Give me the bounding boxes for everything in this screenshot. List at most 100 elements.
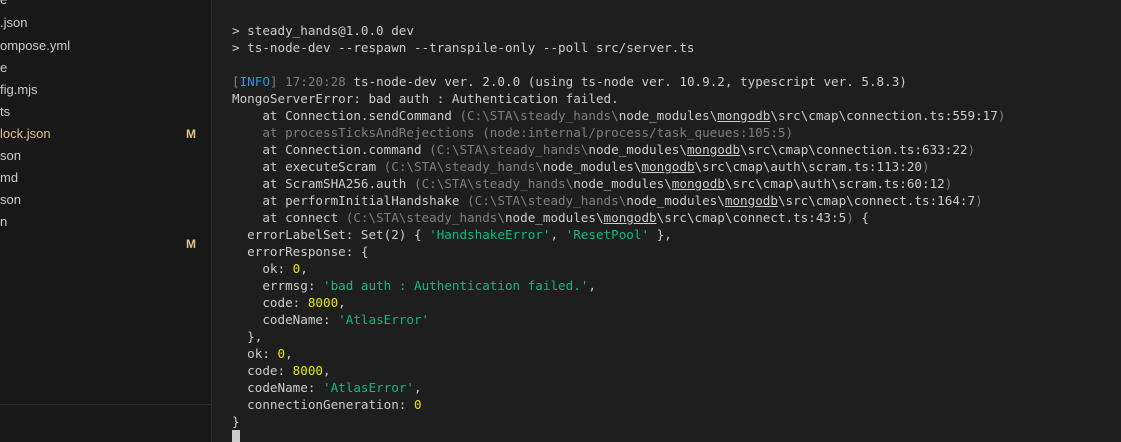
- terminal-line: errorLabelSet: Set(2) { 'HandshakeError'…: [232, 226, 672, 243]
- terminal-text: (C:\STA\steady_hands\: [383, 159, 543, 174]
- terminal-line: > steady_hands@1.0.0 dev: [232, 22, 414, 39]
- terminal-line: connectionGeneration: 0: [232, 396, 422, 413]
- terminal-text: ,: [588, 278, 596, 293]
- file-name: e: [0, 60, 8, 75]
- terminal-text: at Connection.command: [232, 142, 430, 157]
- terminal-text: },: [232, 329, 263, 344]
- terminal-text: \src\cmap\connection.ts:559:17: [770, 108, 998, 123]
- file-name: son: [0, 192, 21, 207]
- file-name: fig.mjs: [0, 82, 38, 97]
- file-name: .json: [0, 15, 28, 30]
- terminal-text: ]: [269, 74, 286, 89]
- terminal-text: node_modules\: [542, 159, 642, 174]
- terminal-line: at processTicksAndRejections (node:inter…: [232, 124, 793, 141]
- terminal-text: ,: [285, 346, 293, 361]
- terminal-text: node_modules\: [618, 108, 718, 123]
- file-tree-item[interactable]: ts: [0, 101, 211, 123]
- file-tree-item[interactable]: md: [0, 167, 211, 189]
- terminal-text: INFO: [239, 74, 270, 89]
- explorer-sidebar: e .json ompose.yml e fig.mjs ts lock.json M son m…: [0, 0, 212, 442]
- terminal-text: connectionGeneration:: [232, 397, 414, 412]
- terminal-text: mongodb: [686, 142, 741, 157]
- terminal-line: at ScramSHA256.auth (C:\STA\steady_hands…: [232, 175, 952, 192]
- terminal-text: ): [944, 176, 953, 191]
- file-tree-item[interactable]: son: [0, 145, 211, 167]
- terminal-line: },: [232, 328, 262, 345]
- terminal-line: at Connection.sendCommand (C:\STA\steady…: [232, 107, 1005, 124]
- terminal-text: 8000: [307, 295, 339, 310]
- terminal-text: \src\cmap\auth\scram.ts:60:12: [724, 176, 945, 191]
- terminal-text: ,: [323, 363, 331, 378]
- terminal-text: at Connection.sendCommand: [232, 108, 460, 123]
- terminal-text: ts-node-dev ver. 2.0.0 (using ts-node ve…: [345, 74, 907, 89]
- terminal-text: > steady_hands@1.0.0 dev: [232, 23, 414, 38]
- terminal-text: 0: [277, 346, 286, 361]
- terminal-text: code:: [232, 363, 293, 378]
- terminal-line: at Connection.command (C:\STA\steady_han…: [232, 141, 975, 158]
- file-name: son: [0, 148, 21, 163]
- terminal-text: ): [967, 142, 976, 157]
- terminal-text: 0: [413, 397, 422, 412]
- file-tree-item[interactable]: .json: [0, 12, 211, 34]
- terminal-line: codeName: 'AtlasError': [232, 311, 429, 328]
- sidebar-divider: [0, 404, 211, 405]
- terminal-line: ok: 0,: [232, 345, 293, 362]
- terminal-line: at executeScram (C:\STA\steady_hands\nod…: [232, 158, 929, 175]
- file-name: n: [0, 214, 8, 229]
- terminal-text: (C:\STA\steady_hands\: [413, 176, 574, 191]
- file-tree-item[interactable]: e: [0, 0, 211, 11]
- terminal-text: ,: [550, 227, 566, 242]
- terminal-text: ): [846, 210, 854, 225]
- file-tree-item[interactable]: e: [0, 57, 211, 79]
- terminal-text: mongodb: [603, 210, 657, 225]
- file-tree-item[interactable]: son: [0, 189, 211, 211]
- git-modified-badge: M: [186, 127, 196, 141]
- terminal-text: node_modules\: [573, 176, 672, 191]
- terminal-line: code: 8000,: [232, 362, 331, 379]
- terminal-text: {: [853, 210, 869, 225]
- file-name: md: [0, 170, 19, 185]
- file-tree-item[interactable]: lock.json M: [0, 123, 211, 145]
- terminal-text: errorLabelSet: Set(2) {: [232, 227, 430, 242]
- terminal-line: [INFO] 17:20:28 ts-node-dev ver. 2.0.0 (…: [232, 73, 907, 90]
- file-name: ts: [0, 104, 11, 119]
- terminal-text: ok:: [232, 261, 293, 276]
- file-tree-item[interactable]: fig.mjs: [0, 79, 211, 101]
- terminal-text: ok:: [232, 346, 278, 361]
- terminal-text: [: [232, 74, 240, 89]
- terminal-text: 'AtlasError': [323, 380, 414, 395]
- terminal-text: },: [649, 227, 672, 242]
- terminal-text: mongodb: [641, 159, 695, 174]
- file-tree-item[interactable]: n: [0, 211, 211, 233]
- terminal-text: at executeScram: [232, 159, 384, 174]
- terminal-text: codeName:: [232, 312, 339, 327]
- terminal-text: codeName:: [232, 380, 323, 395]
- terminal-text: at connect: [232, 210, 346, 225]
- file-tree-item[interactable]: M: [0, 233, 211, 255]
- terminal-line: > ts-node-dev --respawn --transpile-only…: [232, 39, 695, 56]
- terminal-text: 'AtlasError': [338, 312, 430, 327]
- terminal-text: ,: [338, 295, 346, 310]
- terminal-text: at processTicksAndRejections (node:inter…: [232, 125, 794, 140]
- terminal-text: 'ResetPool': [565, 227, 650, 242]
- terminal-text: \src\cmap\connection.ts:633:22: [740, 142, 968, 157]
- terminal-line: errorResponse: {: [232, 243, 368, 260]
- terminal-text: 'HandshakeError': [429, 227, 551, 242]
- terminal-text: 8000: [292, 363, 324, 378]
- terminal-text: node_modules\: [626, 193, 725, 208]
- terminal-line: codeName: 'AtlasError',: [232, 379, 421, 396]
- file-tree-item[interactable]: ompose.yml: [0, 35, 211, 57]
- terminal-text: (C:\STA\steady_hands\: [467, 193, 627, 208]
- terminal-text: ,: [300, 261, 308, 276]
- terminal-panel[interactable]: > steady_hands@1.0.0 dev > ts-node-dev --…: [212, 0, 1121, 442]
- terminal-text: code:: [232, 295, 308, 310]
- terminal-text: \src\cmap\connect.ts:43:5: [656, 210, 847, 225]
- terminal-text: > ts-node-dev --respawn --transpile-only…: [232, 40, 695, 55]
- terminal-text: mongodb: [717, 108, 771, 123]
- terminal-text: (C:\STA\steady_hands\: [459, 108, 619, 123]
- terminal-cursor: [232, 430, 240, 442]
- file-name: e: [0, 0, 7, 11]
- terminal-text: node_modules\: [588, 142, 687, 157]
- terminal-text: 17:20:28: [285, 74, 346, 89]
- terminal-line: ok: 0,: [232, 260, 308, 277]
